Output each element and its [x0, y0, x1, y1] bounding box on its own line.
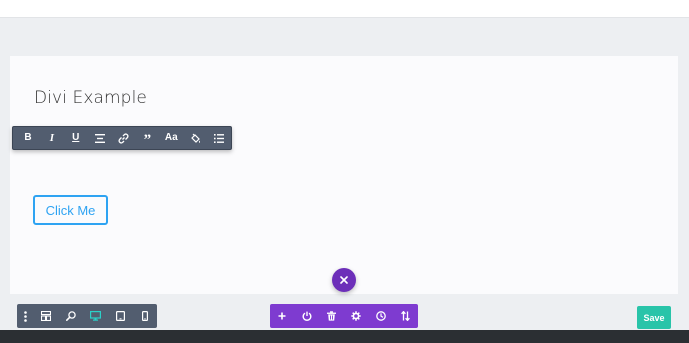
link-button[interactable]	[112, 127, 136, 149]
portability-button[interactable]	[393, 304, 418, 328]
plus-icon	[278, 312, 286, 320]
link-icon	[118, 132, 129, 144]
desktop-icon	[89, 311, 101, 321]
page-settings-gear-button[interactable]	[344, 304, 369, 328]
builder-action-toolbar	[270, 304, 418, 328]
text-format-toolbar: B I U ” Aa	[12, 126, 232, 150]
load-layout-button[interactable]	[295, 304, 320, 328]
top-bar	[0, 0, 689, 18]
bottom-status-strip	[0, 330, 689, 343]
history-icon	[375, 311, 386, 321]
page-settings-button[interactable]	[17, 304, 34, 328]
italic-button[interactable]: I	[40, 127, 64, 149]
underline-button[interactable]: U	[64, 127, 88, 149]
tablet-view-button[interactable]	[108, 304, 133, 328]
clear-layout-button[interactable]	[319, 304, 344, 328]
settings-icon	[351, 311, 361, 321]
trash-icon	[326, 311, 336, 321]
align-button[interactable]	[88, 127, 112, 149]
quote-icon: ”	[143, 132, 152, 148]
close-button[interactable]	[332, 268, 356, 292]
list-button[interactable]	[207, 127, 231, 149]
save-button[interactable]: Save	[637, 306, 671, 329]
tablet-icon	[115, 311, 125, 321]
wireframe-icon	[41, 311, 52, 321]
page-heading[interactable]: Divi Example	[34, 88, 147, 108]
power-icon	[302, 311, 312, 321]
history-button[interactable]	[368, 304, 393, 328]
bold-button[interactable]: B	[16, 127, 40, 149]
desktop-view-button[interactable]	[83, 304, 108, 328]
portability-icon	[400, 311, 410, 321]
bold-label: B	[24, 132, 32, 143]
quote-button[interactable]: ”	[135, 127, 159, 149]
add-button[interactable]	[270, 304, 295, 328]
zoom-view-button[interactable]	[58, 304, 83, 328]
wireframe-view-button[interactable]	[34, 304, 59, 328]
font-label: Aa	[164, 132, 178, 143]
phone-view-button[interactable]	[132, 304, 157, 328]
text-color-button[interactable]	[183, 127, 207, 149]
close-icon	[340, 276, 348, 284]
view-mode-toolbar	[17, 304, 157, 328]
paint-bucket-icon	[190, 133, 200, 143]
font-button[interactable]: Aa	[159, 127, 183, 149]
phone-icon	[141, 311, 148, 321]
list-icon	[214, 133, 225, 143]
click-me-button[interactable]: Click Me	[33, 195, 108, 225]
italic-label: I	[49, 131, 54, 144]
zoom-icon	[65, 311, 76, 321]
menu-dots-icon	[24, 310, 27, 322]
underline-label: U	[72, 132, 80, 143]
align-icon	[94, 133, 105, 143]
